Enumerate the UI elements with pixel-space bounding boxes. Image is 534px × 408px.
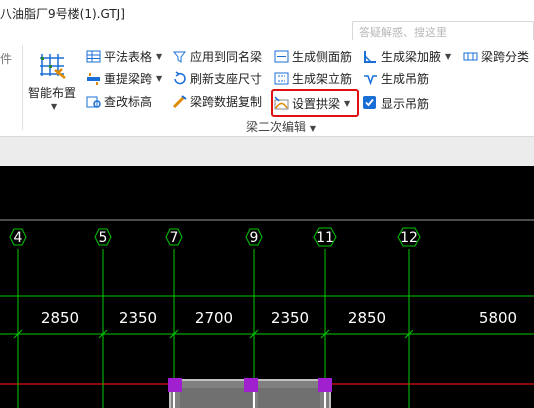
ribbon-group-label: 梁二次编辑 ▼ (246, 118, 316, 135)
table-icon (86, 49, 101, 64)
side-rebar-label: 生成侧面筋 (292, 49, 353, 64)
elevation-icon (86, 94, 101, 109)
ribbon-button-apply-same-name[interactable]: 应用到同名梁 (172, 46, 262, 66)
show-hanger-rebar-checkbox[interactable]: 显示吊筋 (363, 93, 429, 113)
column-element[interactable] (244, 378, 258, 392)
axis-label-5: 5 (99, 230, 108, 246)
beam-infill (258, 388, 320, 408)
column-element[interactable] (168, 378, 182, 392)
show-hanger-rebar-label: 显示吊筋 (381, 96, 430, 111)
ribbon-button-hanger-rebar[interactable]: 生成吊筋 (363, 68, 429, 88)
axis-label-9: 9 (250, 230, 259, 246)
refresh-support-label: 刷新支座尺寸 (190, 71, 263, 86)
ribbon-button-check-elevation[interactable]: 查改标高 (86, 91, 152, 111)
hanger-rebar-label: 生成吊筋 (381, 71, 430, 86)
ribbon-bottom-strip (0, 136, 534, 167)
span-dimension: 2350 (271, 309, 309, 327)
smart-layout-button[interactable]: 智能布置 ▼ (26, 46, 84, 114)
window-title: 八油脂厂9号楼(1).GTJ] (0, 7, 125, 21)
reextract-span-icon (86, 71, 101, 86)
chevron-down-icon: ▼ (156, 73, 163, 83)
group-label-text: 梁二次编辑 (246, 120, 307, 134)
ribbon-separator (22, 45, 23, 130)
ribbon-button-flat-table[interactable]: 平法表格 ▼ (86, 46, 162, 66)
title-bar: 八油脂厂9号楼(1).GTJ] 答疑解惑、搜这里 (0, 0, 534, 41)
cad-drawing-canvas[interactable]: 4 5 7 9 11 12 2850 2350 2700 2350 2850 5… (0, 166, 534, 408)
copy-span-icon (172, 94, 187, 109)
ribbon-cut-label: 件 (0, 52, 13, 66)
axis-label-4: 4 (14, 230, 23, 246)
beam-haunch-icon (363, 49, 378, 64)
hanger-rebar-icon (363, 71, 378, 86)
erection-rebar-icon (274, 71, 289, 86)
span-classify-icon (463, 49, 478, 64)
copy-span-data-label: 梁跨数据复制 (190, 94, 263, 109)
span-dimension: 2850 (348, 309, 386, 327)
search-placeholder: 答疑解惑、搜这里 (359, 26, 447, 39)
axis-label-12: 12 (400, 230, 418, 246)
span-dimension: 2350 (119, 309, 157, 327)
erection-rebar-label: 生成架立筋 (292, 71, 353, 86)
ribbon-button-reextract-span[interactable]: 重提梁跨 ▼ (86, 68, 162, 88)
span-dimension: 2850 (41, 309, 79, 327)
refresh-icon (172, 70, 187, 86)
highlight-box (271, 89, 359, 117)
reextract-span-label: 重提梁跨 (104, 71, 153, 86)
beam-haunch-label: 生成梁加腋 (381, 49, 442, 64)
apply-same-name-icon (172, 49, 187, 64)
smart-layout-label: 智能布置 (28, 86, 77, 100)
checkbox-checked-icon (363, 95, 378, 111)
axis-label-11: 11 (316, 230, 334, 246)
span-dimension: 5800 (479, 309, 517, 327)
chevron-down-icon: ▼ (309, 124, 316, 133)
search-input[interactable]: 答疑解惑、搜这里 (352, 21, 534, 41)
smart-layout-icon (40, 54, 66, 79)
ribbon-button-side-rebar[interactable]: 生成侧面筋 (274, 46, 352, 66)
ribbon-button-refresh-support[interactable]: 刷新支座尺寸 (172, 68, 262, 88)
axis-grid: 4 5 7 9 11 12 2850 2350 2700 2350 2850 5… (0, 219, 534, 408)
apply-same-name-label: 应用到同名梁 (190, 49, 263, 64)
span-classify-label: 梁跨分类 (481, 49, 530, 64)
axis-label-7: 7 (170, 230, 179, 246)
chevron-down-icon: ▼ (445, 51, 452, 61)
ribbon-button-span-classify[interactable]: 梁跨分类 (463, 46, 529, 66)
side-rebar-icon (274, 49, 289, 64)
ribbon-button-beam-haunch[interactable]: 生成梁加腋 ▼ (363, 46, 451, 66)
check-elevation-label: 查改标高 (104, 94, 153, 109)
column-element[interactable] (318, 378, 332, 392)
span-dimension: 2700 (195, 309, 233, 327)
chevron-down-icon: ▼ (156, 51, 163, 61)
flat-table-label: 平法表格 (104, 49, 153, 64)
beam-infill (180, 388, 252, 408)
chevron-down-icon: ▼ (51, 102, 58, 111)
ribbon-button-erection-rebar[interactable]: 生成架立筋 (274, 68, 352, 88)
ribbon-button-copy-span-data[interactable]: 梁跨数据复制 (172, 91, 262, 111)
